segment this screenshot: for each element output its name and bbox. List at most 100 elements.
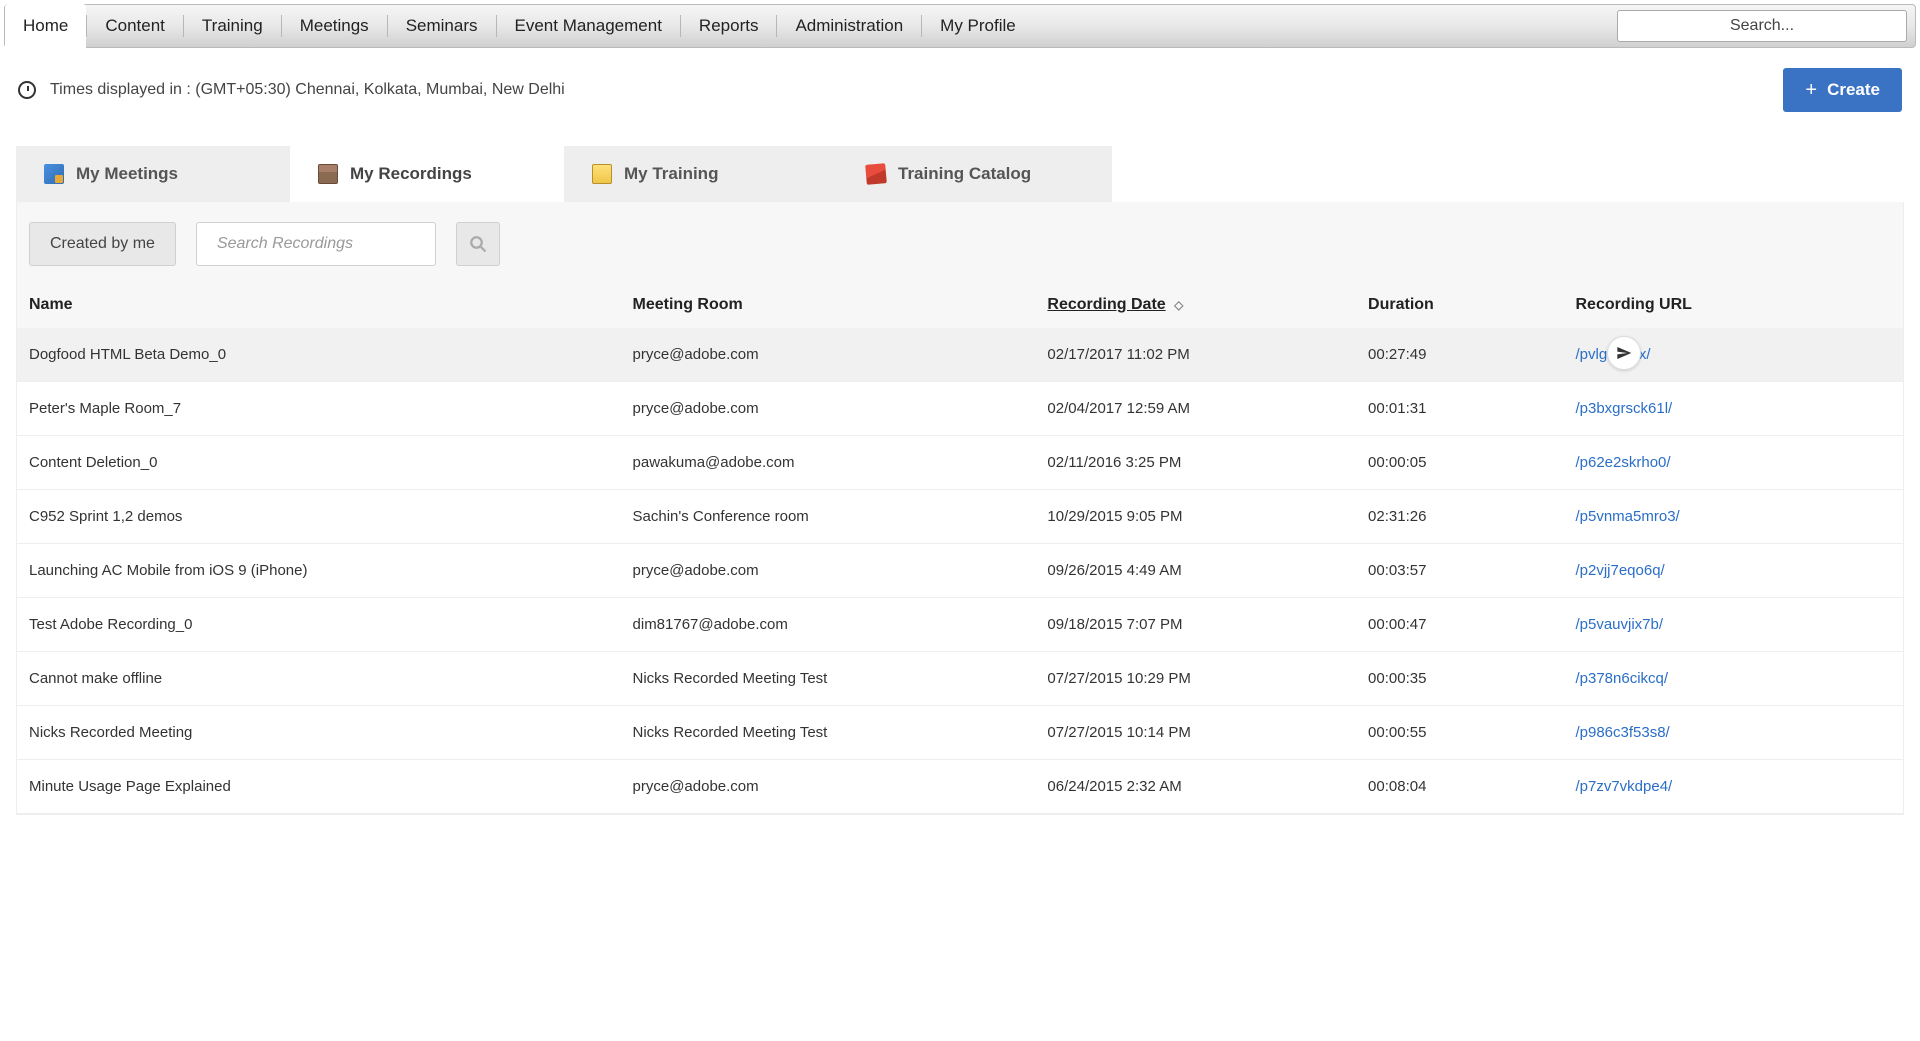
- recording-url-link[interactable]: /p986c3f53s8/: [1575, 724, 1669, 741]
- cell-name: Cannot make offline: [17, 652, 621, 706]
- cell-duration: 00:01:31: [1356, 382, 1563, 436]
- cell-date: 10/29/2015 9:05 PM: [1035, 490, 1356, 544]
- nav-item-administration[interactable]: Administration: [777, 4, 921, 48]
- cell-room: pawakuma@adobe.com: [621, 436, 1036, 490]
- section-tabs: My Meetings My Recordings My Training Train…: [16, 146, 1904, 202]
- info-bar: Times displayed in : (GMT+05:30) Chennai…: [0, 52, 1920, 122]
- cell-room: Sachin's Conference room: [621, 490, 1036, 544]
- nav-item-content[interactable]: Content: [87, 4, 183, 48]
- table-row[interactable]: C952 Sprint 1,2 demosSachin's Conference…: [17, 490, 1903, 544]
- column-header-date-label: Recording Date: [1047, 296, 1165, 313]
- recording-url-link[interactable]: /p5vauvjix7b/: [1575, 616, 1663, 633]
- table-row[interactable]: Dogfood HTML Beta Demo_0pryce@adobe.com0…: [17, 328, 1903, 382]
- nav-item-training[interactable]: Training: [184, 4, 281, 48]
- cell-room: pryce@adobe.com: [621, 382, 1036, 436]
- catalog-icon: [865, 163, 887, 185]
- nav-items: HomeContentTrainingMeetingsSeminarsEvent…: [5, 5, 1609, 47]
- tab-label: My Meetings: [76, 164, 178, 184]
- search-recordings-wrap: [196, 222, 436, 266]
- recording-url-link[interactable]: /p5vnma5mro3/: [1575, 508, 1679, 525]
- column-header-date[interactable]: Recording Date ◇: [1035, 286, 1356, 328]
- cell-date: 09/18/2015 7:07 PM: [1035, 598, 1356, 652]
- tab-label: Training Catalog: [898, 164, 1031, 184]
- created-by-me-button[interactable]: Created by me: [29, 222, 176, 266]
- cell-date: 02/17/2017 11:02 PM: [1035, 328, 1356, 382]
- cell-url: /p986c3f53s8/: [1563, 706, 1903, 760]
- cell-duration: 00:00:05: [1356, 436, 1563, 490]
- nav-item-seminars[interactable]: Seminars: [388, 4, 496, 48]
- column-header-url[interactable]: Recording URL: [1563, 286, 1903, 328]
- top-nav: HomeContentTrainingMeetingsSeminarsEvent…: [4, 4, 1916, 48]
- cell-name: Nicks Recorded Meeting: [17, 706, 621, 760]
- cell-name: Launching AC Mobile from iOS 9 (iPhone): [17, 544, 621, 598]
- cell-url: /p2vjj7eqo6q/: [1563, 544, 1903, 598]
- cell-date: 07/27/2015 10:29 PM: [1035, 652, 1356, 706]
- cell-name: Test Adobe Recording_0: [17, 598, 621, 652]
- search-recordings-input[interactable]: [217, 235, 425, 253]
- tab-label: My Training: [624, 164, 718, 184]
- nav-item-reports[interactable]: Reports: [681, 4, 777, 48]
- cell-room: pryce@adobe.com: [621, 328, 1036, 382]
- cell-duration: 02:31:26: [1356, 490, 1563, 544]
- cell-duration: 00:08:04: [1356, 760, 1563, 814]
- create-button-label: Create: [1827, 80, 1880, 100]
- recording-url-link[interactable]: /p2vjj7eqo6q/: [1575, 562, 1664, 579]
- search-container: [1609, 5, 1915, 47]
- cell-url: /p3bxgrsck61l/: [1563, 382, 1903, 436]
- table-row[interactable]: Cannot make offlineNicks Recorded Meetin…: [17, 652, 1903, 706]
- tab-my-training[interactable]: My Training: [564, 146, 838, 202]
- recording-url-link[interactable]: /p7zv7vkdpe4/: [1575, 778, 1672, 795]
- cell-duration: 00:03:57: [1356, 544, 1563, 598]
- cell-url: /pvlgchoitx/: [1563, 328, 1903, 382]
- plus-icon: +: [1805, 80, 1817, 100]
- training-icon: [592, 164, 612, 184]
- cell-duration: 00:00:55: [1356, 706, 1563, 760]
- table-row[interactable]: Content Deletion_0pawakuma@adobe.com02/1…: [17, 436, 1903, 490]
- global-search-input[interactable]: [1617, 10, 1907, 42]
- nav-item-event-management[interactable]: Event Management: [497, 4, 680, 48]
- cell-name: C952 Sprint 1,2 demos: [17, 490, 621, 544]
- cell-name: Minute Usage Page Explained: [17, 760, 621, 814]
- tab-my-recordings[interactable]: My Recordings: [290, 146, 564, 202]
- info-left: Times displayed in : (GMT+05:30) Chennai…: [18, 81, 565, 99]
- table-row[interactable]: Peter's Maple Room_7pryce@adobe.com02/04…: [17, 382, 1903, 436]
- recording-url-link[interactable]: /p3bxgrsck61l/: [1575, 400, 1672, 417]
- table-row[interactable]: Launching AC Mobile from iOS 9 (iPhone)p…: [17, 544, 1903, 598]
- tab-label: My Recordings: [350, 164, 472, 184]
- cell-date: 06/24/2015 2:32 AM: [1035, 760, 1356, 814]
- cell-room: pryce@adobe.com: [621, 544, 1036, 598]
- sort-indicator-icon: ◇: [1174, 298, 1183, 312]
- cell-room: dim81767@adobe.com: [621, 598, 1036, 652]
- tab-training-catalog[interactable]: Training Catalog: [838, 146, 1112, 202]
- content-area: Created by me Name Meeting Room Recordin…: [16, 202, 1904, 815]
- cell-date: 07/27/2015 10:14 PM: [1035, 706, 1356, 760]
- share-icon[interactable]: [1607, 336, 1641, 370]
- create-button[interactable]: + Create: [1783, 68, 1902, 112]
- meetings-icon: [44, 164, 64, 184]
- cell-room: Nicks Recorded Meeting Test: [621, 652, 1036, 706]
- nav-item-home[interactable]: Home: [5, 4, 86, 48]
- cell-room: Nicks Recorded Meeting Test: [621, 706, 1036, 760]
- cell-duration: 00:00:35: [1356, 652, 1563, 706]
- nav-item-my-profile[interactable]: My Profile: [922, 4, 1034, 48]
- tab-my-meetings[interactable]: My Meetings: [16, 146, 290, 202]
- search-icon: [469, 235, 487, 253]
- table-row[interactable]: Test Adobe Recording_0dim81767@adobe.com…: [17, 598, 1903, 652]
- column-header-room[interactable]: Meeting Room: [621, 286, 1036, 328]
- filter-bar: Created by me: [17, 202, 1903, 286]
- column-header-name[interactable]: Name: [17, 286, 621, 328]
- cell-url: /p62e2skrho0/: [1563, 436, 1903, 490]
- cell-url: /p378n6cikcq/: [1563, 652, 1903, 706]
- table-row[interactable]: Minute Usage Page Explainedpryce@adobe.c…: [17, 760, 1903, 814]
- cell-url: /p5vnma5mro3/: [1563, 490, 1903, 544]
- cell-name: Peter's Maple Room_7: [17, 382, 621, 436]
- nav-item-meetings[interactable]: Meetings: [282, 4, 387, 48]
- recording-url-link[interactable]: /p378n6cikcq/: [1575, 670, 1668, 687]
- search-go-button[interactable]: [456, 222, 500, 266]
- recording-url-link[interactable]: /p62e2skrho0/: [1575, 454, 1670, 471]
- cell-room: pryce@adobe.com: [621, 760, 1036, 814]
- table-row[interactable]: Nicks Recorded MeetingNicks Recorded Mee…: [17, 706, 1903, 760]
- column-header-duration[interactable]: Duration: [1356, 286, 1563, 328]
- cell-url: /p5vauvjix7b/: [1563, 598, 1903, 652]
- cell-date: 09/26/2015 4:49 AM: [1035, 544, 1356, 598]
